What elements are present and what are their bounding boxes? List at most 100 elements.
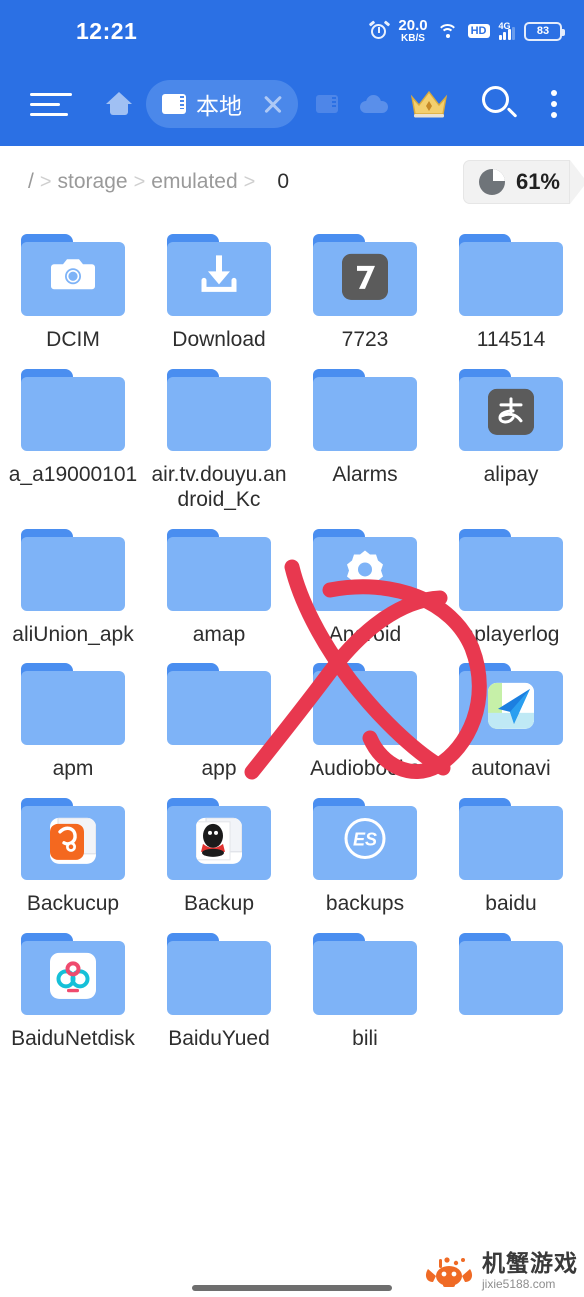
battery-level: 83	[536, 25, 550, 37]
file-name-label: a_a19000101	[8, 462, 138, 486]
file-grid-item[interactable]: air.tv.douyu.android_Kc	[146, 353, 292, 513]
gesture-nav-bar[interactable]	[192, 1285, 392, 1291]
file-manager-screen: 12:21 20.0 KB/S HD 4G 83 本地 / > storage …	[0, 0, 584, 1297]
file-grid-item[interactable]	[438, 917, 584, 1052]
file-grid-item[interactable]: Android	[292, 513, 438, 648]
file-grid-item[interactable]: 7723	[292, 218, 438, 353]
file-name-label: aliUnion_apk	[12, 622, 134, 646]
crab-logo-icon	[422, 1251, 476, 1291]
file-grid-item[interactable]: Download	[146, 218, 292, 353]
file-grid-item[interactable]: ES backups	[292, 782, 438, 917]
file-grid-item[interactable]: aliUnion_apk	[0, 513, 146, 648]
sd-card-icon	[162, 94, 186, 114]
crown-icon[interactable]	[410, 89, 448, 119]
folder-icon	[459, 528, 563, 611]
sd-card-icon-secondary[interactable]	[316, 95, 338, 113]
folder-icon	[313, 368, 417, 451]
folder-icon	[167, 368, 271, 451]
file-name-label: aplayerlog	[462, 622, 560, 646]
file-grid-item[interactable]: Alarms	[292, 353, 438, 513]
file-grid-item[interactable]: BaiduYued	[146, 917, 292, 1052]
file-name-label: 7723	[341, 328, 389, 351]
status-bar: 12:21 20.0 KB/S HD 4G 83	[0, 0, 584, 62]
breadcrumb-separator: >	[243, 170, 256, 193]
network-speed-unit: KB/S	[401, 33, 425, 44]
alipay-icon	[488, 388, 534, 435]
file-grid-item[interactable]: apm	[0, 647, 146, 782]
file-grid-item[interactable]: aplayerlog	[438, 513, 584, 648]
file-grid-item[interactable]: app	[146, 647, 292, 782]
breadcrumb-item-emulated[interactable]: emulated	[151, 170, 237, 194]
qq-icon	[196, 817, 242, 864]
file-name-label: air.tv.douyu.android_Kc	[151, 462, 287, 512]
tab-local-storage[interactable]: 本地	[146, 80, 298, 128]
file-grid-item[interactable]: autonavi	[438, 647, 584, 782]
folder-icon	[21, 528, 125, 611]
breadcrumb-bar: / > storage > emulated > 0 61%	[0, 146, 584, 218]
file-grid-item[interactable]: baidu	[438, 782, 584, 917]
pie-chart-icon	[478, 169, 505, 195]
file-grid-item[interactable]: 114514	[438, 218, 584, 353]
folder-icon	[167, 663, 271, 746]
folder-icon	[167, 234, 271, 316]
file-name-label: 114514	[476, 328, 546, 351]
file-name-label: Android	[328, 622, 402, 646]
file-name-label: app	[201, 757, 237, 781]
status-indicators: 20.0 KB/S HD 4G 83	[369, 18, 565, 44]
breadcrumb-item-current[interactable]: 0	[277, 170, 289, 194]
file-grid-item[interactable]: DCIM	[0, 218, 146, 353]
file-grid-item[interactable]: a_a19000101	[0, 353, 146, 513]
close-icon[interactable]	[260, 91, 286, 117]
file-name-label: Download	[172, 328, 266, 351]
folder-icon	[459, 798, 563, 881]
status-clock: 12:21	[76, 17, 138, 44]
file-grid-item[interactable]: BaiduNetdisk	[0, 917, 146, 1052]
tab-local-storage-label: 本地	[196, 93, 242, 119]
folder-icon	[313, 932, 417, 1015]
file-name-label: autonavi	[471, 757, 551, 781]
network-speed-indicator: 20.0 KB/S	[398, 18, 427, 44]
watermark-text: 机蟹游戏 jixie5188.com	[482, 1252, 578, 1291]
breadcrumb-separator: >	[133, 170, 146, 193]
file-name-label: Backup	[183, 892, 255, 916]
storage-usage-badge[interactable]: 61%	[462, 160, 584, 204]
uc-browser-icon	[50, 817, 96, 864]
signal-icon: 4G	[498, 21, 515, 40]
file-name-label: Alarms	[332, 462, 398, 486]
es-explorer-icon: ES	[342, 816, 388, 867]
breadcrumb-root[interactable]: /	[28, 170, 34, 194]
file-name-label: Backucup	[26, 892, 120, 916]
file-name-label: Audiobooks	[310, 757, 420, 781]
7723-app-icon	[342, 253, 388, 300]
file-grid-item[interactable]: alipay	[438, 353, 584, 513]
baidu-netdisk-icon	[50, 952, 96, 999]
file-grid-item[interactable]: amap	[146, 513, 292, 648]
file-name-label: BaiduYued	[168, 1026, 270, 1050]
cloud-icon[interactable]	[360, 95, 388, 113]
folder-icon	[21, 234, 125, 316]
file-name-label: DCIM	[46, 328, 100, 351]
more-vertical-icon[interactable]	[551, 85, 557, 123]
file-name-label: baidu	[485, 892, 537, 916]
breadcrumb-separator: >	[39, 170, 52, 193]
file-name-label: BaiduNetdisk	[11, 1026, 135, 1050]
file-grid-item[interactable]: bili	[292, 917, 438, 1052]
breadcrumb: / > storage > emulated > 0	[28, 170, 289, 194]
folder-icon	[21, 663, 125, 746]
file-grid-item[interactable]: Backup	[146, 782, 292, 917]
search-icon[interactable]	[482, 86, 518, 122]
folder-icon	[459, 932, 563, 1015]
folder-icon	[21, 368, 125, 451]
folder-icon	[167, 798, 271, 881]
file-grid-item[interactable]: Backucup	[0, 782, 146, 917]
home-icon[interactable]	[106, 91, 132, 117]
folder-icon	[459, 234, 563, 316]
file-grid-item[interactable]: Audiobooks	[292, 647, 438, 782]
folder-icon	[167, 932, 271, 1015]
folder-icon	[313, 663, 417, 746]
wifi-icon	[437, 23, 459, 40]
network-speed-value: 20.0	[398, 17, 428, 34]
hamburger-menu-icon[interactable]	[30, 86, 72, 123]
breadcrumb-item-storage[interactable]: storage	[58, 170, 128, 194]
folder-icon	[21, 932, 125, 1015]
